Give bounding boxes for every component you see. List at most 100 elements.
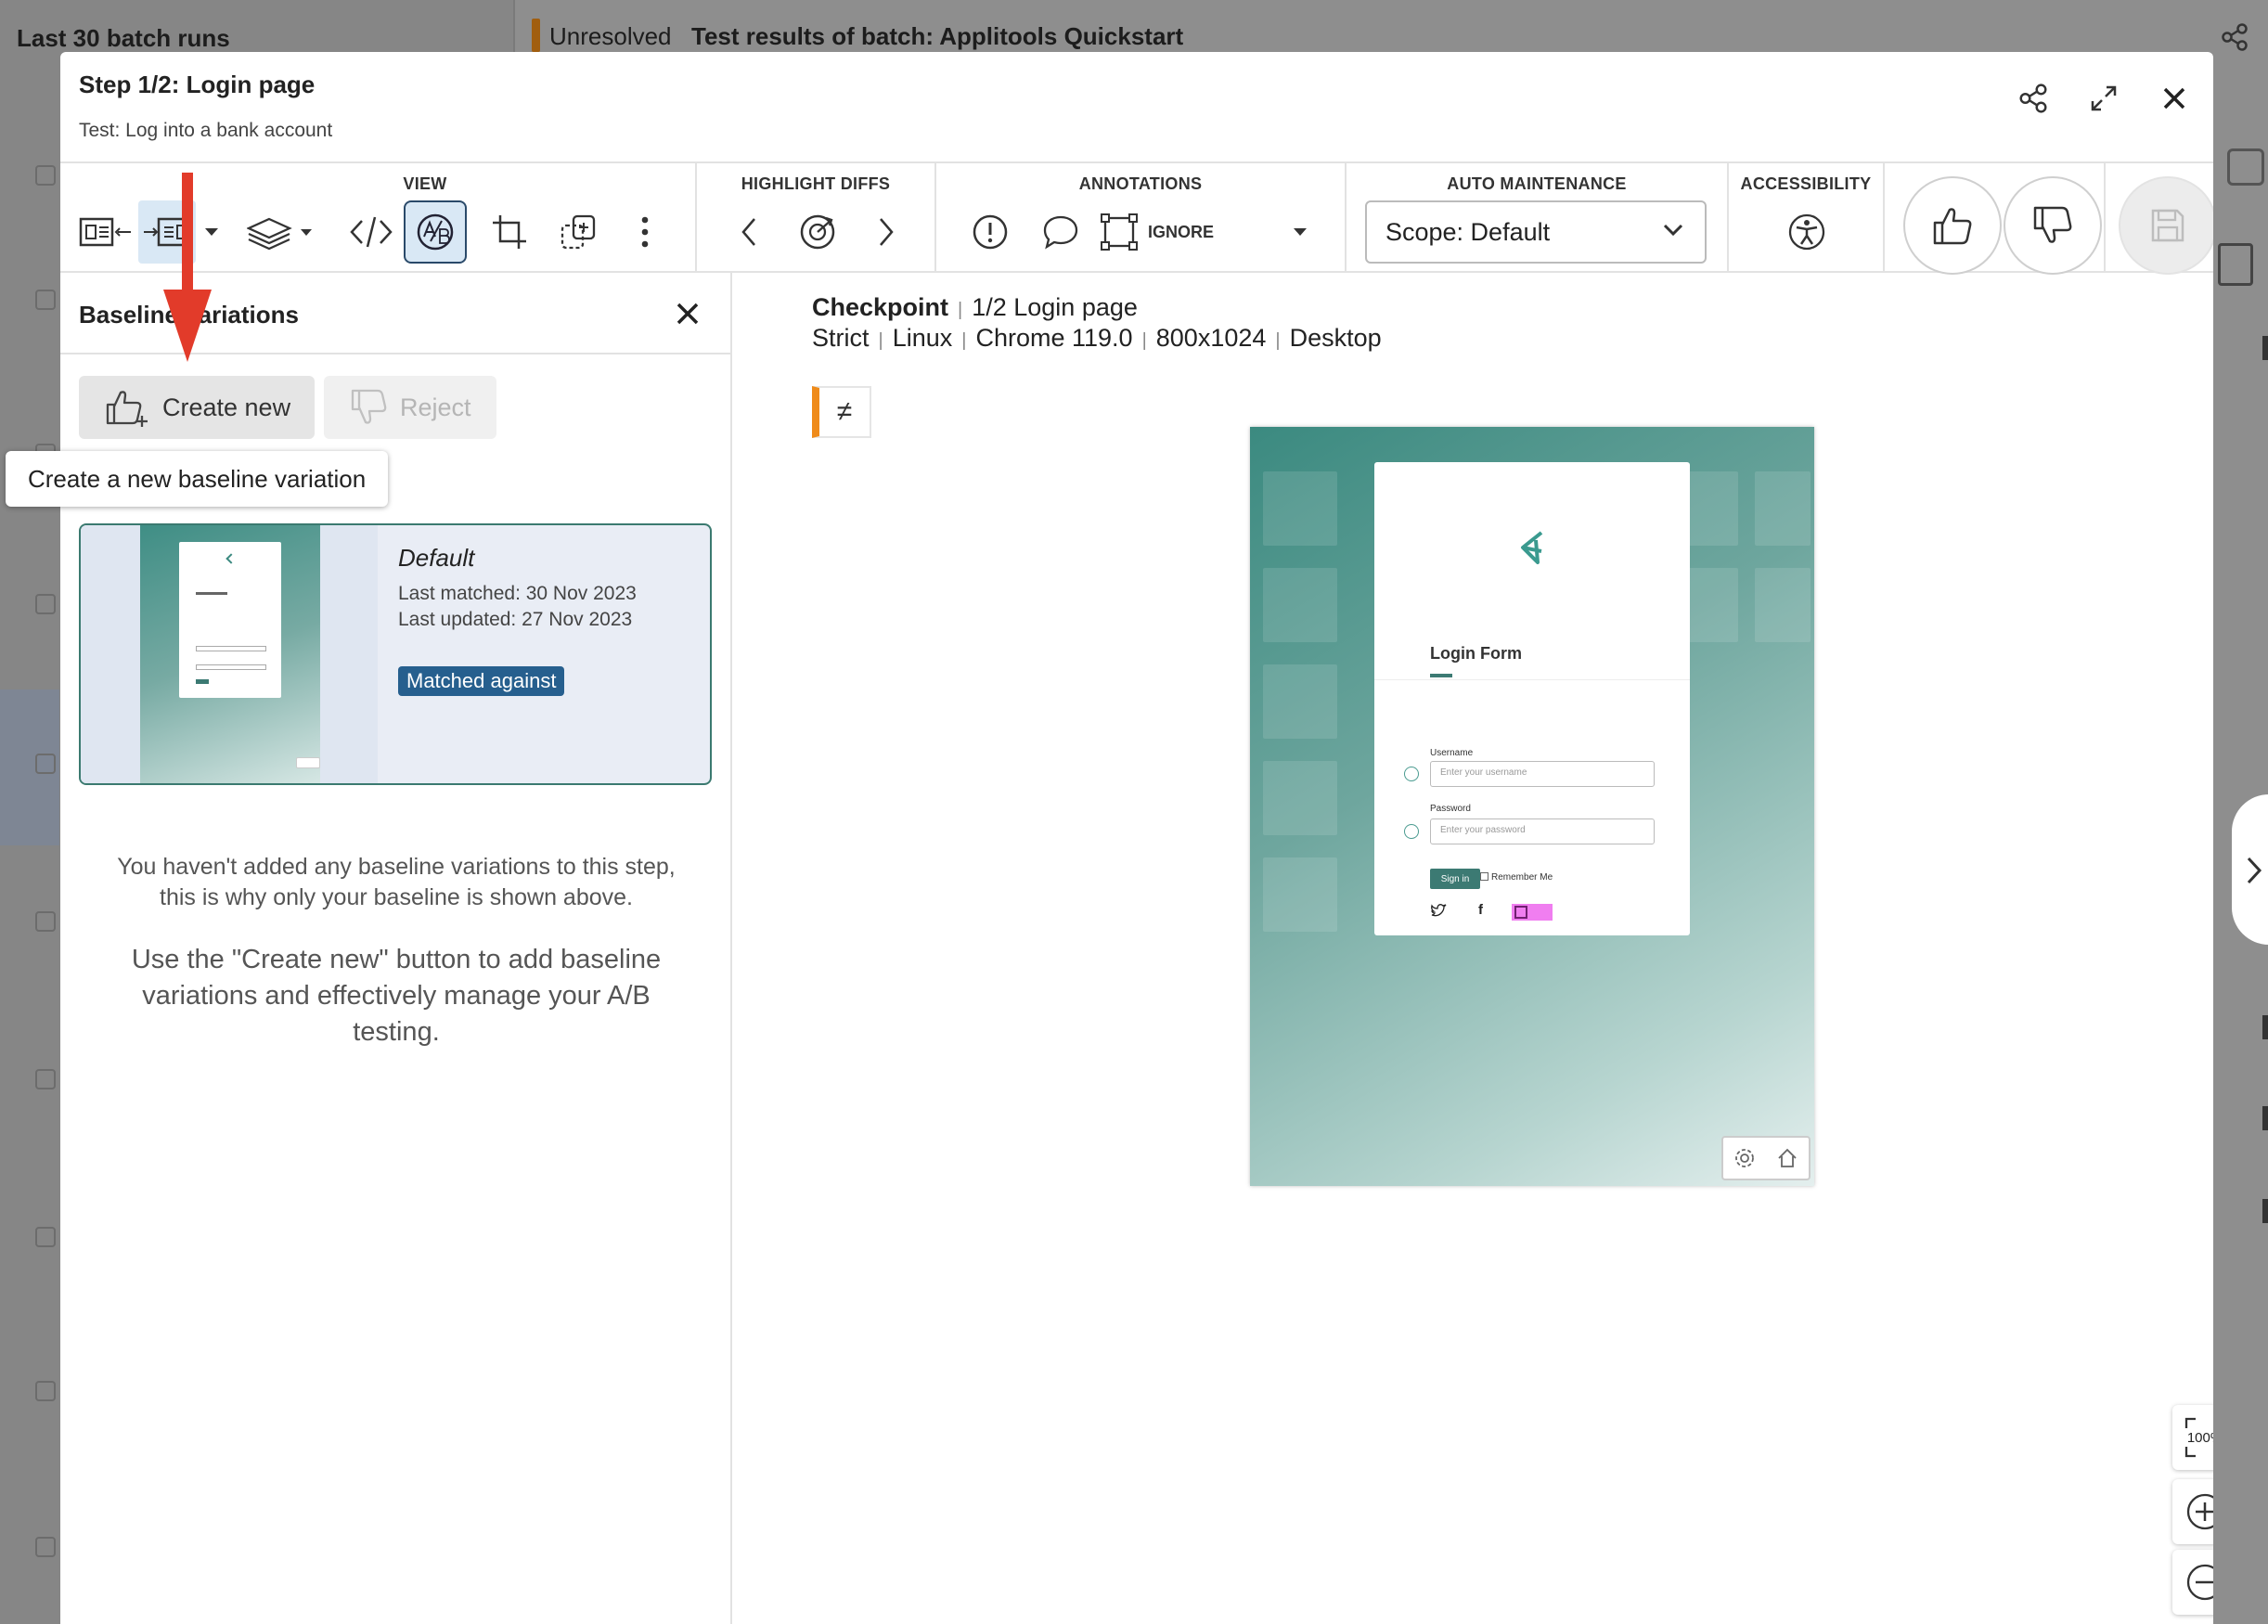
- thumbs-down-icon: [2033, 206, 2072, 243]
- crop-icon[interactable]: [476, 200, 543, 264]
- annotations-section: ANNOTATIONS IGNORE: [936, 163, 1347, 273]
- annotation-dropdown-caret-icon[interactable]: [1282, 200, 1319, 264]
- bg-tile: [1263, 471, 1337, 546]
- home-icon[interactable]: [1776, 1147, 1798, 1169]
- row-checkbox[interactable]: [35, 911, 56, 932]
- fit-100-icon: 100%: [2184, 1417, 2213, 1458]
- login-form-card: Login Form Username Enter your username …: [1374, 462, 1690, 935]
- create-new-tooltip: Create a new baseline variation: [6, 451, 388, 507]
- user-icon: [1404, 767, 1419, 781]
- not-equal-icon: ≠: [836, 396, 853, 427]
- batch-title: Test results of batch: Applitools Quicks…: [691, 22, 1184, 50]
- facebook-icon: f: [1478, 902, 1483, 918]
- row-checkbox[interactable]: [35, 754, 56, 774]
- expand-icon[interactable]: [2083, 78, 2124, 119]
- thumbs-down-button[interactable]: [2004, 176, 2102, 275]
- view-label: VIEW: [403, 174, 447, 193]
- regions-icon[interactable]: [545, 200, 612, 264]
- checkpoint-viewer: Checkpoint | 1/2 Login page Strict | Linux | C…: [732, 273, 2213, 1624]
- toolbar: VIEW HIGHLIGHT DIFFS ANNOTATIONS IGNORE …: [60, 163, 2213, 275]
- browser-name: Chrome 119.0: [975, 324, 1133, 352]
- password-label: Password: [1430, 804, 1471, 814]
- create-new-button[interactable]: Create new: [79, 376, 315, 439]
- more-options-icon[interactable]: [617, 200, 673, 264]
- previous-diff-icon[interactable]: [723, 200, 775, 264]
- gear-icon[interactable]: [1733, 1147, 1756, 1169]
- unresolved-status-bar: [532, 19, 540, 52]
- bg-tile: [1686, 568, 1738, 642]
- zoom-in-button[interactable]: [2172, 1479, 2213, 1544]
- zoom-out-button[interactable]: [2172, 1550, 2213, 1615]
- settings-icon[interactable]: [2218, 243, 2253, 286]
- scope-value: Scope: Default: [1385, 217, 1551, 246]
- highlight-diffs-icon[interactable]: [790, 200, 845, 264]
- linkedin-icon: [1514, 906, 1527, 919]
- accessibility-section: ACCESSIBILITY: [1729, 163, 1885, 273]
- baseline-variation-card[interactable]: Default Last matched: 30 Nov 2023 Last u…: [79, 523, 712, 785]
- panel-header: Baseline variations: [60, 273, 730, 354]
- close-icon[interactable]: [2154, 78, 2195, 119]
- bg-tile: [1263, 761, 1337, 835]
- baseline-thumbnail: [81, 525, 378, 783]
- view-section: VIEW: [60, 163, 697, 273]
- row-checkbox[interactable]: [35, 1381, 56, 1401]
- fingerprint-icon: [1404, 824, 1419, 839]
- edge-marker: [2262, 336, 2268, 360]
- code-icon[interactable]: [339, 200, 404, 264]
- fit-100-button[interactable]: 100%: [2172, 1405, 2213, 1470]
- thumbs-up-button[interactable]: [1903, 176, 2002, 275]
- reject-label: Reject: [400, 393, 471, 421]
- diff-status-indicator[interactable]: ≠: [812, 386, 871, 438]
- issue-icon[interactable]: [964, 200, 1016, 264]
- last-updated: Last updated: 27 Nov 2023: [398, 609, 633, 630]
- ignore-region-button[interactable]: IGNORE: [1100, 200, 1220, 264]
- username-label: Username: [1430, 748, 1474, 758]
- last-matched: Last matched: 30 Nov 2023: [398, 583, 637, 604]
- share-icon[interactable]: [2220, 22, 2249, 58]
- row-checkbox[interactable]: [35, 1069, 56, 1089]
- username-input: Enter your username: [1430, 761, 1655, 787]
- unresolved-status: Unresolved: [549, 22, 672, 50]
- twitter-icon: [1430, 904, 1447, 917]
- step-title: Step 1/2: Login page: [79, 71, 316, 98]
- scope-select[interactable]: Scope: Default: [1365, 200, 1707, 264]
- checkpoint-label: Checkpoint: [812, 293, 949, 321]
- close-panel-icon[interactable]: [671, 297, 704, 330]
- highlight-diffs-section: HIGHLIGHT DIFFS: [697, 163, 936, 273]
- save-icon[interactable]: [2227, 148, 2264, 186]
- highlight-diffs-label: HIGHLIGHT DIFFS: [741, 174, 891, 193]
- device-type: Desktop: [1289, 324, 1382, 352]
- environment-info: Strict | Linux | Chrome 119.0 | 800x1024 | Deskt…: [812, 324, 1382, 352]
- side-by-side-icon[interactable]: [77, 200, 135, 264]
- save-button[interactable]: [2119, 176, 2213, 275]
- row-checkbox[interactable]: [35, 594, 56, 614]
- ignore-label: IGNORE: [1148, 222, 1215, 241]
- expand-side-tab[interactable]: [2232, 794, 2268, 945]
- diff-highlight-region: [1512, 904, 1553, 921]
- ab-compare-icon[interactable]: [404, 200, 467, 264]
- accessibility-label: ACCESSIBILITY: [1740, 174, 1872, 193]
- bg-tile: [1755, 568, 1811, 642]
- row-checkbox[interactable]: [35, 165, 56, 186]
- auto-maintenance-label: AUTO MAINTENANCE: [1447, 174, 1627, 193]
- share-icon[interactable]: [2013, 78, 2054, 119]
- divider: [1374, 679, 1690, 680]
- approve-reject-section: [1885, 163, 2106, 275]
- comment-icon[interactable]: [1033, 200, 1089, 264]
- next-diff-icon[interactable]: [860, 200, 912, 264]
- checkpoint-step: 1/2 Login page: [972, 293, 1138, 321]
- accessibility-icon[interactable]: [1775, 200, 1838, 264]
- row-checkbox[interactable]: [35, 290, 56, 310]
- row-checkbox[interactable]: [35, 1537, 56, 1557]
- title-underline: [1430, 674, 1452, 677]
- signin-button: Sign in: [1430, 869, 1480, 889]
- row-checkbox[interactable]: [35, 1227, 56, 1247]
- checkpoint-screenshot[interactable]: Login Form Username Enter your username …: [1250, 427, 1814, 1186]
- reject-button[interactable]: Reject: [324, 376, 496, 439]
- thumbs-up-plus-icon: [106, 391, 148, 427]
- app-logo-icon: [1521, 531, 1543, 564]
- modal-header: Step 1/2: Login page Test: Log into a ba…: [60, 52, 2213, 163]
- layers-icon[interactable]: [242, 200, 320, 264]
- save-icon: [2151, 209, 2184, 242]
- test-name: Test: Log into a bank account: [79, 120, 333, 141]
